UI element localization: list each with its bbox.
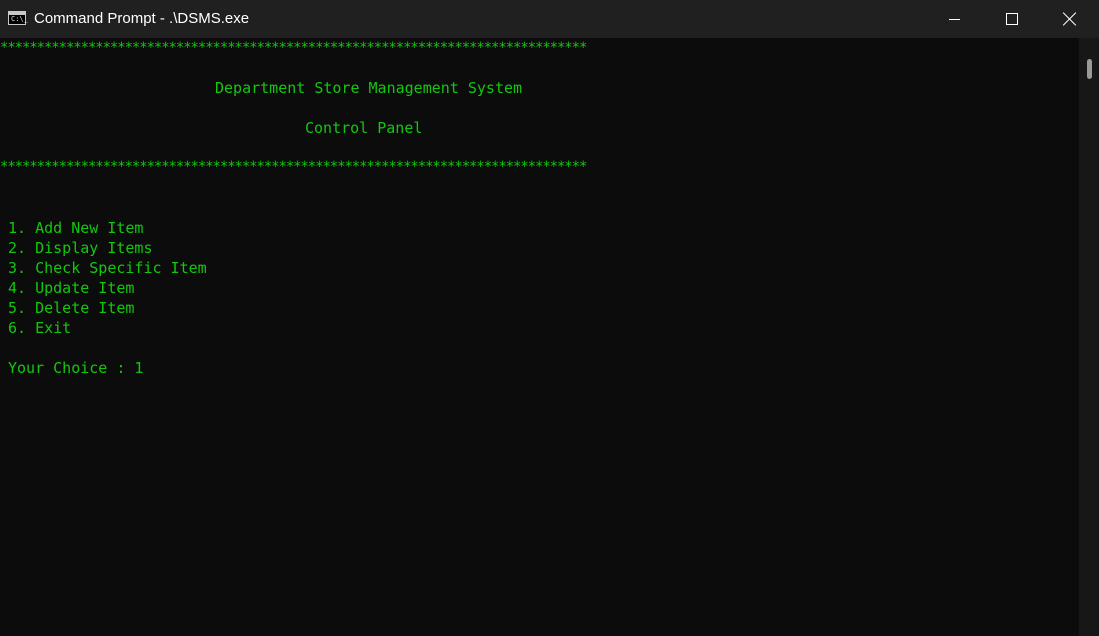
star-border-top: ****************************************…	[0, 40, 587, 56]
app-title: Department Store Management System	[215, 79, 523, 97]
title-bar[interactable]: C:\_ Command Prompt - .\DSMS.exe	[0, 0, 1099, 38]
minimize-button[interactable]	[925, 0, 983, 38]
panel-subtitle: Control Panel	[305, 119, 423, 137]
command-prompt-window: C:\_ Command Prompt - .\DSMS.exe *******…	[0, 0, 1099, 636]
maximize-button[interactable]	[983, 0, 1041, 38]
maximize-icon	[1006, 13, 1018, 25]
console-output[interactable]: ****************************************…	[0, 38, 1079, 636]
window-title: Command Prompt - .\DSMS.exe	[34, 10, 250, 27]
vertical-scrollbar[interactable]	[1079, 38, 1099, 636]
menu-item-exit: 6. Exit	[8, 319, 72, 337]
menu-item-check: 3. Check Specific Item	[8, 259, 207, 277]
menu-item-add: 1. Add New Item	[8, 219, 144, 237]
minimize-icon	[949, 19, 960, 20]
menu-item-delete: 5. Delete Item	[8, 299, 135, 317]
scrollbar-thumb[interactable]	[1087, 59, 1092, 79]
menu-item-display: 2. Display Items	[8, 239, 153, 257]
close-button[interactable]	[1041, 0, 1099, 38]
menu-item-update: 4. Update Item	[8, 279, 135, 297]
close-icon	[1063, 12, 1077, 26]
choice-prompt[interactable]: Your Choice : 1	[8, 358, 143, 378]
cmd-icon: C:\_	[8, 11, 28, 25]
star-border-bottom: ****************************************…	[0, 159, 587, 175]
